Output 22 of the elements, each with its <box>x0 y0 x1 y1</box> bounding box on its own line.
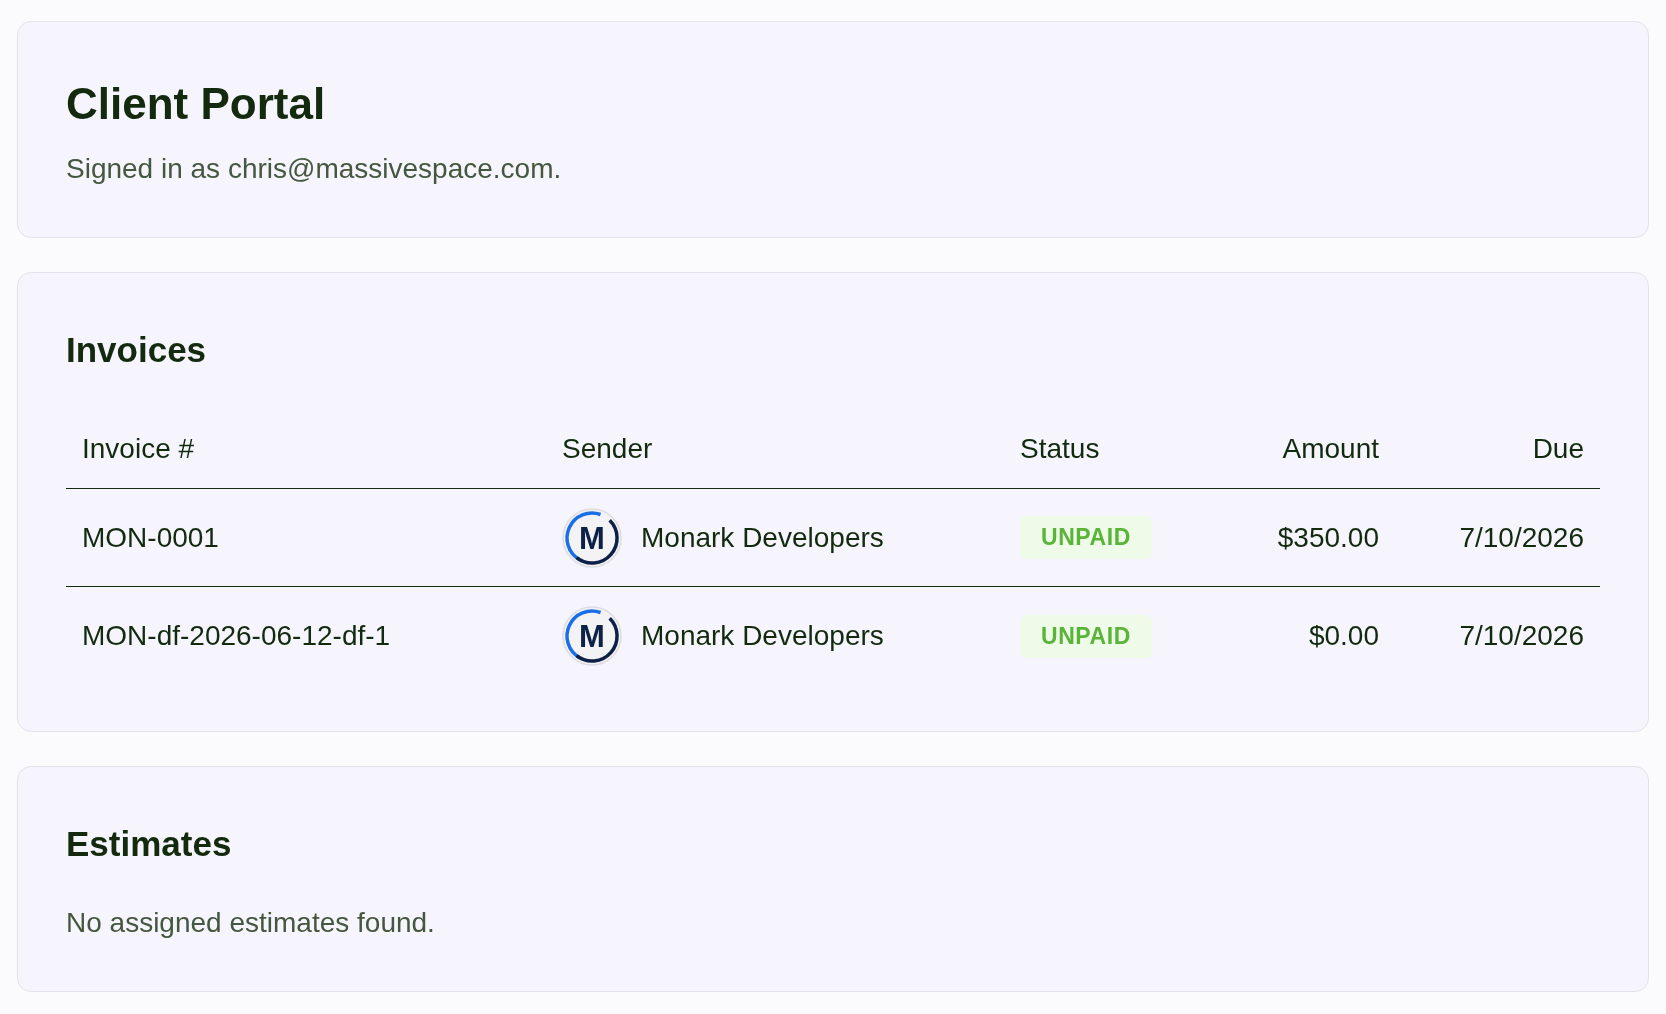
section-title: Invoices <box>66 329 208 371</box>
amount-text: $350.00 <box>1277 521 1379 553</box>
sender-logo: M <box>562 507 622 568</box>
sender-name: Monark Developers <box>641 619 884 653</box>
due-date: 7/10/2026 <box>1459 521 1584 553</box>
amount-text: $0.00 <box>1308 620 1379 651</box>
invoice-number: MON-0001 <box>82 521 219 553</box>
column-header: Status <box>1020 432 1100 464</box>
section-title: Estimates <box>66 823 233 865</box>
column-header: Due <box>1532 432 1584 464</box>
sender-logo: M <box>562 606 622 666</box>
due-date: 7/10/2026 <box>1459 620 1584 651</box>
sender-name: Monark Developers <box>641 520 884 555</box>
status-badge: UNPAID <box>1020 516 1152 559</box>
status-badge: UNPAID <box>1020 614 1152 658</box>
column-header: Amount <box>1282 432 1379 464</box>
column-header: Invoice # <box>82 432 195 464</box>
empty-message: No assigned estimates found. <box>66 906 436 940</box>
page-title: Client Portal <box>66 78 327 130</box>
column-header: Sender <box>562 432 653 464</box>
signed-in-text: Signed in as chris@massivespace.com. <box>66 152 563 186</box>
invoice-number: MON-df-2026-06-12-df-1 <box>82 620 391 651</box>
